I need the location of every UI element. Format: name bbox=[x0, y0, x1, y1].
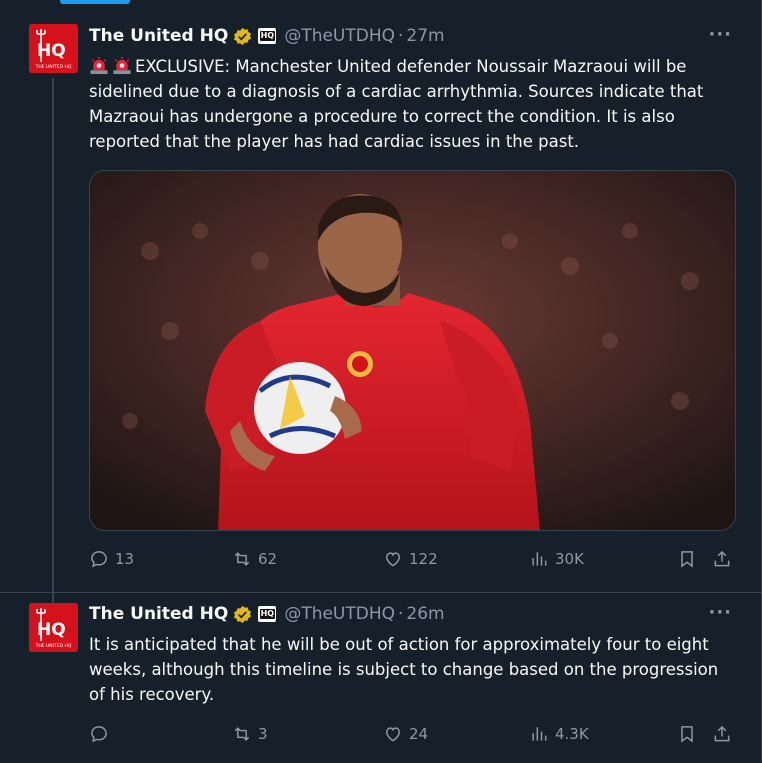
police-light-icon bbox=[113, 56, 131, 75]
avatar[interactable]: HQ THE UNITED HQ bbox=[29, 24, 78, 73]
share-icon bbox=[714, 550, 730, 567]
tweet-text: EXCLUSIVE: Manchester United defender No… bbox=[89, 57, 704, 151]
player-photo bbox=[90, 171, 735, 530]
avatar-logo-text: HQ bbox=[37, 41, 66, 61]
repost-button[interactable]: 62 bbox=[232, 549, 277, 569]
author-name[interactable]: The United HQ bbox=[89, 604, 228, 624]
avatar[interactable]: HQ THE UNITED HQ bbox=[29, 603, 78, 652]
tweet-actions: 3 24 4.3K bbox=[89, 724, 733, 748]
avatar-logo-text: HQ bbox=[37, 620, 66, 640]
reply-icon bbox=[91, 551, 107, 568]
heart-icon bbox=[385, 552, 401, 567]
reply-count: 13 bbox=[115, 550, 135, 568]
like-button[interactable]: 122 bbox=[383, 549, 438, 569]
affiliate-badge[interactable]: HQ bbox=[258, 606, 277, 622]
police-light-icon bbox=[90, 56, 108, 75]
separator-dot: · bbox=[398, 604, 404, 624]
view-count: 4.3K bbox=[555, 725, 589, 743]
more-options-icon[interactable]: ··· bbox=[708, 602, 732, 623]
heart-icon bbox=[385, 727, 401, 742]
like-button[interactable]: 24 bbox=[383, 724, 428, 744]
verified-badge-icon[interactable] bbox=[233, 605, 252, 624]
more-options-icon[interactable]: ··· bbox=[708, 24, 732, 45]
view-count: 30K bbox=[555, 550, 584, 568]
avatar-logo-subtext: THE UNITED HQ bbox=[35, 643, 72, 649]
tweet-actions: 13 62 122 30K bbox=[89, 549, 733, 573]
like-count: 24 bbox=[409, 725, 429, 743]
repost-icon bbox=[234, 727, 250, 741]
verified-badge-icon[interactable] bbox=[233, 27, 252, 46]
analytics-icon bbox=[532, 552, 547, 566]
share-icon bbox=[714, 725, 730, 742]
bookmark-icon bbox=[681, 551, 693, 568]
views-button[interactable]: 30K bbox=[529, 549, 584, 569]
author-handle[interactable]: @TheUTDHQ bbox=[284, 604, 395, 624]
author-handle[interactable]: @TheUTDHQ bbox=[284, 26, 395, 46]
bookmark-icon bbox=[681, 726, 693, 743]
bookmark-button[interactable] bbox=[677, 724, 703, 744]
reply-button[interactable]: 13 bbox=[89, 549, 134, 569]
repost-button[interactable]: 3 bbox=[232, 724, 268, 744]
repost-icon bbox=[234, 552, 250, 566]
affiliate-badge-label: HQ bbox=[259, 31, 276, 41]
share-button[interactable] bbox=[712, 549, 738, 569]
active-tab-indicator bbox=[60, 0, 130, 4]
analytics-icon bbox=[532, 727, 547, 741]
like-count: 122 bbox=[409, 550, 438, 568]
share-button[interactable] bbox=[712, 724, 738, 744]
views-button[interactable]: 4.3K bbox=[529, 724, 589, 744]
reply-icon bbox=[91, 726, 107, 743]
author-name[interactable]: The United HQ bbox=[89, 26, 228, 46]
affiliate-badge-label: HQ bbox=[259, 609, 276, 619]
tweet[interactable]: HQ THE UNITED HQ The United HQ HQ @TheUT… bbox=[0, 592, 761, 763]
affiliate-badge[interactable]: HQ bbox=[258, 28, 277, 44]
tweet-image[interactable] bbox=[89, 170, 736, 531]
tweet-time[interactable]: 26m bbox=[406, 604, 444, 624]
tweet[interactable]: HQ THE UNITED HQ The United HQ HQ @TheUT… bbox=[0, 12, 761, 606]
avatar-logo-subtext: THE UNITED HQ bbox=[35, 64, 72, 70]
thread-line bbox=[52, 78, 54, 606]
tweet-header: The United HQ HQ @TheUTDHQ · 27m bbox=[89, 26, 445, 46]
tweet-text: It is anticipated that he will be out of… bbox=[89, 635, 719, 704]
separator-dot: · bbox=[398, 26, 404, 46]
bookmark-button[interactable] bbox=[677, 549, 703, 569]
tweet-text-container: EXCLUSIVE: Manchester United defender No… bbox=[89, 54, 733, 154]
tweet-header: The United HQ HQ @TheUTDHQ · 26m bbox=[89, 604, 445, 624]
tweet-time[interactable]: 27m bbox=[406, 26, 444, 46]
repost-count: 3 bbox=[258, 725, 268, 743]
reply-button[interactable] bbox=[89, 724, 115, 744]
repost-count: 62 bbox=[258, 550, 278, 568]
